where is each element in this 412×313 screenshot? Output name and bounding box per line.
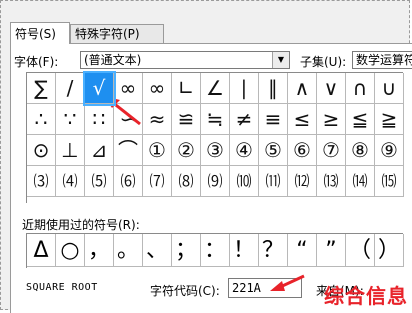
- recent-symbol-cell[interactable]: ”: [317, 234, 346, 267]
- font-value: (普通文本): [84, 53, 142, 67]
- symbol-cell[interactable]: ⑤: [259, 135, 288, 166]
- symbol-cell[interactable]: ⌒: [114, 135, 143, 166]
- symbol-cell[interactable]: ⑾: [259, 166, 288, 197]
- recent-symbol-cell[interactable]: Δ: [27, 234, 56, 267]
- symbol-cell[interactable]: ≈: [143, 104, 172, 135]
- symbol-cell[interactable]: ⒂: [375, 166, 404, 197]
- symbol-cell[interactable]: ∽: [114, 104, 143, 135]
- recent-symbol-cell[interactable]: ？: [259, 234, 288, 267]
- symbol-cell[interactable]: ⑶: [27, 166, 56, 197]
- symbol-cell[interactable]: ⒀: [317, 166, 346, 197]
- symbol-cell[interactable]: ∠: [201, 73, 230, 104]
- symbol-cell[interactable]: ≥: [317, 104, 346, 135]
- symbol-cell[interactable]: ⑷: [56, 166, 85, 197]
- symbol-cell[interactable]: ∩: [346, 73, 375, 104]
- symbol-cell[interactable]: ∴: [27, 104, 56, 135]
- recent-symbol-cell[interactable]: ；: [172, 234, 201, 267]
- recent-symbol-cell[interactable]: ：: [201, 234, 230, 267]
- symbol-cell[interactable]: ⑹: [114, 166, 143, 197]
- symbol-cell[interactable]: ∞: [143, 73, 172, 104]
- recent-symbols-label: 近期使用过的符号(R):: [22, 218, 140, 232]
- subset-select[interactable]: 数学运算符: [352, 51, 412, 69]
- symbol-cell[interactable]: ⊙: [27, 135, 56, 166]
- symbol-cell[interactable]: ⑽: [230, 166, 259, 197]
- symbol-cell[interactable]: /: [56, 73, 85, 104]
- symbol-cell[interactable]: ⑧: [346, 135, 375, 166]
- character-name: SQUARE ROOT: [26, 282, 98, 293]
- symbol-cell[interactable]: ⑿: [288, 166, 317, 197]
- symbol-cell[interactable]: ∑: [27, 73, 56, 104]
- symbol-cell[interactable]: ∪: [375, 73, 404, 104]
- font-label: 字体(F):: [14, 55, 59, 69]
- symbol-cell[interactable]: ∟: [172, 73, 201, 104]
- subset-value: 数学运算符: [356, 53, 412, 67]
- symbol-cell[interactable]: ⊿: [85, 135, 114, 166]
- recent-symbol-cell[interactable]: 、: [143, 234, 172, 267]
- symbol-cell[interactable]: ≡: [259, 104, 288, 135]
- symbol-cell[interactable]: ∣: [230, 73, 259, 104]
- subset-label: 子集(U):: [300, 55, 347, 69]
- symbol-cell[interactable]: ≌: [172, 104, 201, 135]
- symbol-cell[interactable]: ⑦: [317, 135, 346, 166]
- symbol-cell[interactable]: ∵: [56, 104, 85, 135]
- symbol-cell[interactable]: ⑺: [143, 166, 172, 197]
- recent-symbol-cell[interactable]: ！: [230, 234, 259, 267]
- symbol-cell[interactable]: ⑸: [85, 166, 114, 197]
- tab-symbols[interactable]: 符号(S): [10, 22, 70, 44]
- chevron-down-icon[interactable]: ▼: [272, 52, 289, 68]
- watermark: 综合信息: [324, 284, 408, 308]
- symbol-cell[interactable]: ③: [201, 135, 230, 166]
- symbol-cell[interactable]: ⑥: [288, 135, 317, 166]
- symbol-cell[interactable]: ∨: [317, 73, 346, 104]
- symbol-cell[interactable]: ∧: [288, 73, 317, 104]
- recent-symbol-cell[interactable]: ）: [375, 234, 404, 267]
- recent-symbol-cell[interactable]: 。: [114, 234, 143, 267]
- symbol-cell[interactable]: ①: [143, 135, 172, 166]
- symbol-cell[interactable]: ∷: [85, 104, 114, 135]
- symbol-cell[interactable]: ⑼: [201, 166, 230, 197]
- char-code-input[interactable]: 221A: [228, 278, 302, 298]
- symbol-cell[interactable]: ⑨: [375, 135, 404, 166]
- symbol-cell[interactable]: ≠: [230, 104, 259, 135]
- symbol-cell[interactable]: ∥: [259, 73, 288, 104]
- symbol-grid: ∑ / √ ∞ ∞ ∟ ∠ ∣ ∥ ∧ ∨ ∩ ∪ ∴ ∵ ∷ ∽ ≈ ≌ ≒ ≠ ≡ ≤ ≥ ≦ ≧ ⊙ ⊥ ⊿ ⌒ ① ② ③ ④ ⑤ ⑥ ⑦ ⑧ ⑨ ⑶…: [26, 71, 404, 203]
- symbol-cell[interactable]: ≦: [346, 104, 375, 135]
- symbol-cell[interactable]: ⑻: [172, 166, 201, 197]
- symbol-cell[interactable]: ∞: [114, 73, 143, 104]
- char-code-label: 字符代码(C):: [150, 284, 220, 298]
- symbol-cell[interactable]: ≧: [375, 104, 404, 135]
- symbol-cell[interactable]: ≒: [201, 104, 230, 135]
- recent-symbol-cell[interactable]: “: [288, 234, 317, 267]
- symbol-cell[interactable]: ②: [172, 135, 201, 166]
- recent-symbol-cell[interactable]: （: [346, 234, 375, 267]
- symbol-cell[interactable]: √: [83, 71, 116, 106]
- symbol-cell[interactable]: ≤: [288, 104, 317, 135]
- font-select[interactable]: (普通文本) ▼: [80, 51, 290, 69]
- recent-symbol-cell[interactable]: ○: [56, 234, 85, 267]
- recent-symbol-cell[interactable]: ，: [85, 234, 114, 267]
- recent-symbols-row: Δ ○，。、；：！？ “” （）: [26, 233, 404, 268]
- symbol-cell[interactable]: ⒁: [346, 166, 375, 197]
- tab-special-characters[interactable]: 特殊字符(P): [70, 24, 164, 44]
- symbol-cell[interactable]: ⊥: [56, 135, 85, 166]
- symbol-cell[interactable]: ④: [230, 135, 259, 166]
